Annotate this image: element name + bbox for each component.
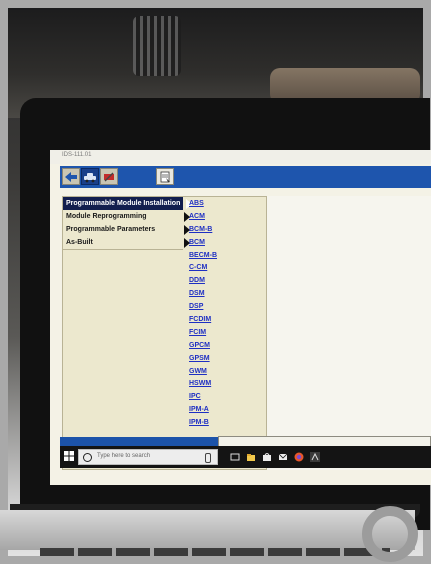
menu-divider — [63, 249, 183, 250]
module-link-ipc[interactable]: IPC — [189, 390, 249, 403]
keyboard-keys — [40, 548, 390, 556]
module-link-list: ABS ACM BCM-B BCM BECM-B C-CM DDM DSM DS… — [189, 197, 249, 429]
module-link-bcm-b[interactable]: BCM-B — [189, 223, 249, 236]
taskbar-search-input[interactable]: Type here to search — [78, 449, 218, 465]
menu-item-module-reprogramming[interactable]: Module Reprogramming — [63, 210, 190, 223]
file-explorer-icon[interactable] — [246, 452, 256, 462]
menu-item-programmable-module-installation[interactable]: Programmable Module Installation — [63, 197, 192, 210]
windows-start-icon[interactable] — [64, 451, 74, 461]
circle-overlay — [362, 506, 418, 562]
tools-icon — [104, 172, 114, 181]
menu-item-label: Programmable Parameters — [66, 226, 156, 233]
menu-list: Programmable Module Installation Module … — [63, 197, 192, 249]
tools-button[interactable] — [100, 168, 118, 185]
module-link-gwm[interactable]: GWM — [189, 365, 249, 378]
laptop-screen: IDS-111.01 Programmable Module Installat… — [50, 150, 431, 485]
module-link-c-cm[interactable]: C-CM — [189, 261, 249, 274]
mail-icon[interactable] — [278, 452, 288, 462]
module-link-dsp[interactable]: DSP — [189, 300, 249, 313]
main-toolbar — [60, 166, 431, 188]
windows-taskbar: Type here to search — [60, 446, 431, 468]
microphone-icon — [205, 453, 211, 463]
content-pane — [267, 196, 431, 470]
laptop-base — [0, 510, 415, 550]
module-link-hswm[interactable]: HSWM — [189, 377, 249, 390]
window-titlebar: IDS-111.01 — [50, 150, 431, 164]
module-link-acm[interactable]: ACM — [189, 210, 249, 223]
search-placeholder: Type here to search — [97, 453, 151, 459]
module-link-ddm[interactable]: DDM — [189, 274, 249, 287]
back-arrow-icon — [65, 171, 77, 182]
back-button[interactable] — [62, 168, 80, 185]
module-link-gpcm[interactable]: GPCM — [189, 339, 249, 352]
window-title: IDS-111.01 — [62, 152, 92, 158]
menu-item-label: As-Built — [66, 239, 93, 246]
module-link-bcm[interactable]: BCM — [189, 236, 249, 249]
module-link-ipm-a[interactable]: IPM-A — [189, 403, 249, 416]
reports-icon — [160, 171, 170, 182]
menu-item-programmable-parameters[interactable]: Programmable Parameters — [63, 223, 190, 236]
firefox-icon[interactable] — [294, 452, 304, 462]
vehicle-button[interactable] — [81, 168, 99, 185]
task-view-icon[interactable] — [230, 452, 240, 462]
ids-app-icon[interactable] — [310, 452, 320, 462]
module-link-abs[interactable]: ABS — [189, 197, 249, 210]
menu-item-label: Module Reprogramming — [66, 213, 147, 220]
programming-menu-panel: Programmable Module Installation Module … — [62, 196, 267, 470]
air-vent — [133, 16, 181, 76]
module-link-fcdim[interactable]: FCDIM — [189, 313, 249, 326]
module-link-gpsm[interactable]: GPSM — [189, 352, 249, 365]
vehicle-icon — [84, 172, 96, 182]
module-link-ipm-b[interactable]: IPM-B — [189, 416, 249, 429]
store-icon[interactable] — [262, 452, 272, 462]
menu-item-as-built[interactable]: As-Built — [63, 236, 190, 249]
module-link-dsm[interactable]: DSM — [189, 287, 249, 300]
module-link-becm-b[interactable]: BECM-B — [189, 249, 249, 262]
reports-button[interactable] — [156, 168, 174, 185]
cortana-icon — [83, 453, 92, 462]
module-link-fcim[interactable]: FCIM — [189, 326, 249, 339]
menu-item-label: Programmable Module Installation — [66, 200, 181, 207]
